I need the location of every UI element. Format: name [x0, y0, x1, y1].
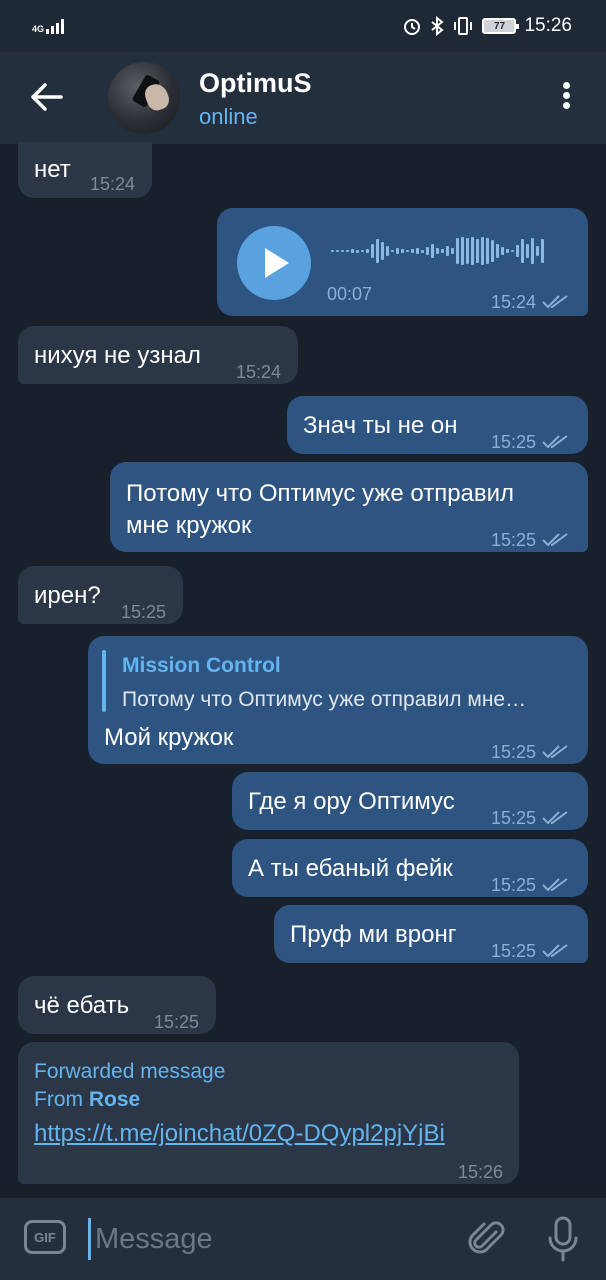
- message-time: 15:25: [491, 935, 568, 967]
- battery-level: 77: [493, 20, 506, 32]
- message-incoming[interactable]: нихуя не узнал 15:24: [18, 326, 298, 384]
- chat-status: online: [199, 104, 258, 129]
- status-bar: 4G 77 15:26: [0, 0, 606, 52]
- forwarded-message[interactable]: Forwarded message From Rose https://t.me…: [18, 1042, 519, 1184]
- double-check-icon: [542, 295, 568, 309]
- message-time: 15:25: [154, 1012, 200, 1032]
- message-time: 15:25: [491, 426, 568, 458]
- message-time: 15:25: [491, 802, 568, 834]
- alarm-icon: [404, 19, 421, 35]
- vibrate-icon: [454, 17, 473, 35]
- double-check-icon: [542, 878, 568, 892]
- double-check-icon: [542, 435, 568, 449]
- microphone-icon[interactable]: [546, 1216, 580, 1262]
- reply-author[interactable]: Mission Control: [122, 650, 281, 682]
- message-text: Мой кружок: [104, 724, 234, 751]
- double-check-icon: [542, 745, 568, 759]
- message-text: нихуя не узнал: [34, 342, 201, 369]
- message-text: Где я ору Оптимус: [248, 788, 455, 815]
- reply-bar: [102, 650, 106, 712]
- voice-duration: 00:07: [327, 284, 373, 304]
- signal-indicator: 4G: [32, 18, 65, 34]
- double-check-icon: [542, 811, 568, 825]
- message-time: 15:24: [491, 286, 568, 318]
- message-composer: GIF: [0, 1198, 606, 1280]
- message-outgoing[interactable]: А ты ебаный фейк 15:25: [232, 839, 588, 897]
- message-text-line: мне кружок: [126, 512, 252, 539]
- forwarded-from[interactable]: From Rose: [34, 1084, 140, 1116]
- more-menu-icon[interactable]: [556, 82, 576, 116]
- network-type: 4G: [32, 24, 45, 34]
- message-text-line: Потому что Оптимус уже отправил: [126, 480, 515, 507]
- signal-bars-icon: [46, 18, 65, 34]
- voice-message[interactable]: 00:07 15:24: [217, 208, 588, 316]
- message-outgoing[interactable]: Знач ты не он 15:25: [287, 396, 588, 454]
- message-outgoing[interactable]: Где я ору Оптимус 15:25: [232, 772, 588, 830]
- message-time: 15:26: [458, 1162, 504, 1182]
- message-outgoing[interactable]: Пруф ми вронг 15:25: [274, 905, 588, 963]
- message-incoming[interactable]: нет 15:24: [18, 142, 152, 198]
- message-time: 15:24: [236, 362, 282, 382]
- message-text: нет: [34, 156, 71, 183]
- invite-link[interactable]: https://t.me/joinchat/0ZQ-DQypl2pjYjBi: [34, 1118, 445, 1150]
- message-text: А ты ебаный фейк: [248, 855, 453, 882]
- message-text: Знач ты не он: [303, 412, 458, 439]
- message-time: 15:25: [491, 736, 568, 768]
- message-time: 15:25: [491, 524, 568, 556]
- waveform[interactable]: [331, 236, 544, 266]
- message-time: 15:25: [491, 869, 568, 901]
- message-incoming[interactable]: чё ебать 15:25: [18, 976, 216, 1034]
- double-check-icon: [542, 533, 568, 547]
- chat-header: OptimuS online: [0, 52, 606, 144]
- bluetooth-icon: [431, 16, 445, 36]
- message-input[interactable]: [88, 1218, 448, 1260]
- message-text: Пруф ми вронг: [290, 921, 457, 948]
- message-incoming[interactable]: ирен? 15:25: [18, 566, 183, 624]
- gif-button[interactable]: GIF: [24, 1220, 66, 1254]
- back-arrow-icon[interactable]: [30, 82, 64, 112]
- avatar[interactable]: [108, 62, 180, 134]
- play-button[interactable]: [237, 226, 311, 300]
- double-check-icon: [542, 944, 568, 958]
- attach-icon[interactable]: [466, 1218, 506, 1260]
- message-text: чё ебать: [34, 992, 130, 1019]
- clock: 15:26: [524, 15, 572, 36]
- message-time: 15:25: [121, 602, 167, 622]
- message-time: 15:24: [90, 174, 136, 194]
- chat-title[interactable]: OptimuS: [199, 68, 312, 99]
- message-reply[interactable]: Mission Control Потому что Оптимус уже о…: [88, 636, 588, 764]
- message-text: ирен?: [34, 582, 101, 609]
- message-outgoing[interactable]: Потому что Оптимус уже отправил мне круж…: [110, 462, 588, 552]
- reply-preview[interactable]: Потому что Оптимус уже отправил мне…: [122, 684, 572, 716]
- battery-icon: 77: [482, 18, 520, 34]
